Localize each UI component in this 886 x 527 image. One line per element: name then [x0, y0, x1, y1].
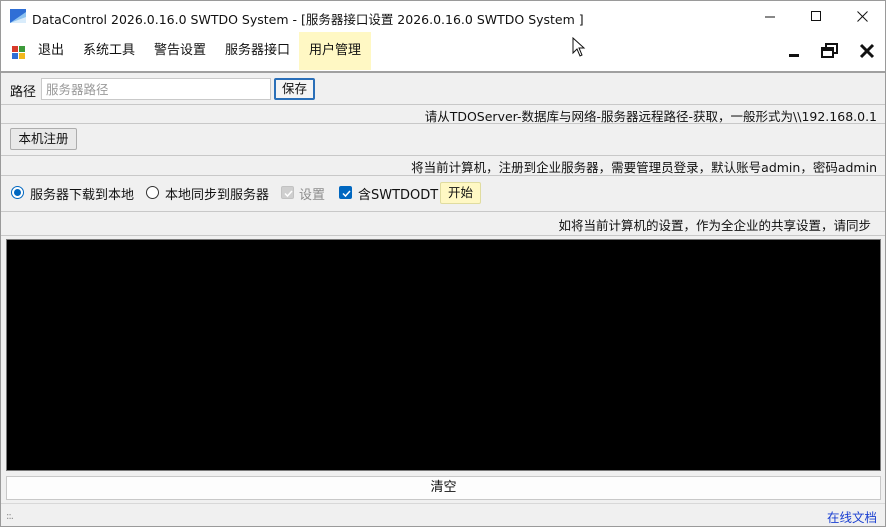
menu-system-tools[interactable]: 系统工具	[73, 32, 145, 70]
log-output-area[interactable]	[6, 239, 881, 471]
sync-hint: 如将当前计算机的设置，作为全企业的共享设置，请同步	[558, 218, 871, 233]
radio-local-to-server-label[interactable]: 本地同步到服务器	[165, 184, 269, 203]
close-button[interactable]	[839, 1, 885, 32]
menu-alert-settings[interactable]: 警告设置	[144, 32, 216, 70]
save-button[interactable]: 保存	[274, 78, 315, 100]
include-swtdodt-checkbox[interactable]	[339, 186, 352, 199]
minimize-icon	[764, 16, 775, 18]
app-window: DataControl 2026.0.16.0 SWTDO System - […	[0, 0, 886, 527]
menu-bar: 退出 系统工具 警告设置 服务器接口 用户管理	[1, 32, 885, 71]
divider	[1, 211, 885, 212]
register-machine-button[interactable]: 本机注册	[10, 128, 77, 150]
path-label: 路径	[10, 85, 37, 100]
divider	[1, 155, 885, 156]
mouse-cursor-icon	[572, 37, 586, 57]
radio-local-to-server[interactable]	[146, 186, 159, 199]
divider	[1, 235, 885, 236]
clear-button[interactable]: 清空	[6, 476, 881, 500]
radio-server-to-local[interactable]	[11, 186, 24, 199]
minimize-button[interactable]	[747, 1, 793, 32]
close-icon	[856, 11, 868, 22]
resize-grip-icon[interactable]: ::.	[6, 511, 14, 522]
title-bar: DataControl 2026.0.16.0 SWTDO System - […	[1, 1, 885, 32]
app-icon	[10, 9, 26, 23]
start-button[interactable]: 开始	[440, 182, 481, 204]
divider	[1, 123, 885, 124]
register-hint: 将当前计算机，注册到企业服务器，需要管理员登录，默认账号admin，密码admi…	[411, 160, 877, 175]
mdi-restore-button[interactable]	[817, 40, 843, 62]
menu-exit[interactable]: 退出	[28, 32, 74, 70]
maximize-button[interactable]	[793, 1, 839, 32]
maximize-icon	[810, 11, 821, 21]
divider	[1, 104, 885, 105]
menu-server-interface[interactable]: 服务器接口	[215, 32, 300, 70]
online-docs-link[interactable]: 在线文档	[827, 507, 877, 526]
settings-checkbox[interactable]	[281, 186, 294, 199]
checkmark-icon	[342, 190, 351, 198]
restore-icon	[821, 43, 838, 58]
mdi-close-button[interactable]	[854, 40, 880, 62]
mdi-child-window-icon[interactable]	[11, 44, 27, 60]
mdi-minimize-button[interactable]	[781, 40, 807, 62]
menu-user-management[interactable]: 用户管理	[299, 32, 371, 70]
server-path-input[interactable]	[41, 78, 271, 100]
close-icon	[859, 43, 875, 59]
checkmark-icon	[284, 190, 293, 198]
window-title: DataControl 2026.0.16.0 SWTDO System - […	[32, 12, 584, 27]
radio-server-to-local-label[interactable]: 服务器下载到本地	[30, 184, 134, 203]
include-swtdodt-label[interactable]: 含SWTDODT	[358, 184, 438, 203]
menu-bar-divider	[1, 71, 885, 73]
settings-checkbox-label: 设置	[299, 188, 326, 203]
divider	[1, 175, 885, 176]
status-bar: ::. 在线文档	[1, 503, 885, 526]
minimize-icon	[789, 54, 799, 57]
